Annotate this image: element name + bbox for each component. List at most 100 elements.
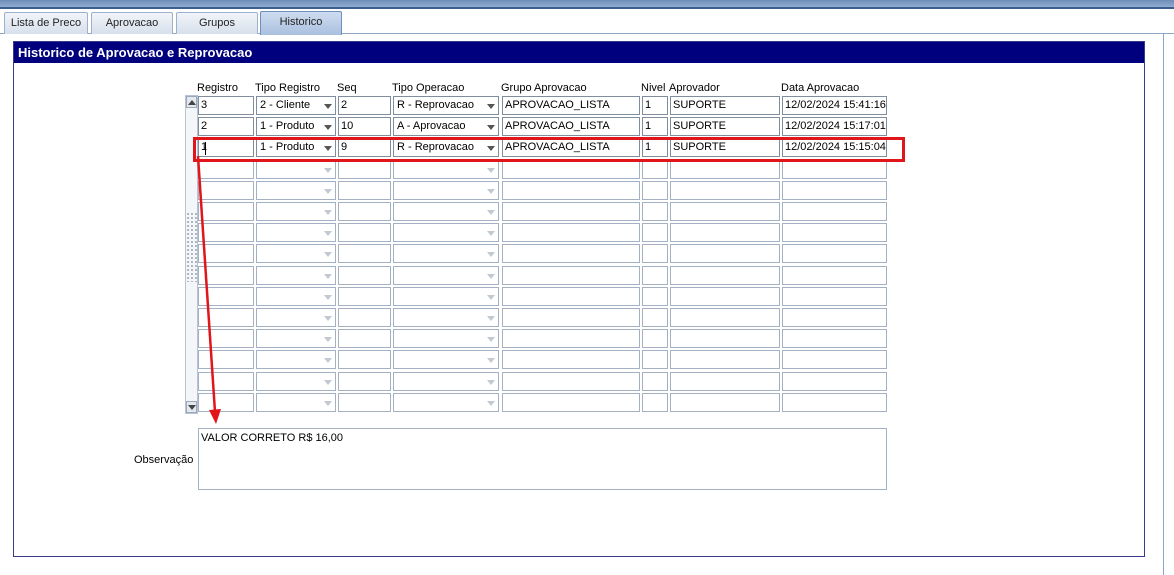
chevron-down-icon[interactable] bbox=[324, 146, 332, 151]
tipo-registro-select[interactable] bbox=[256, 244, 336, 263]
tipo-registro-select[interactable] bbox=[256, 329, 336, 348]
nivel-field[interactable]: 1 bbox=[642, 138, 668, 157]
tipo-operacao-select[interactable] bbox=[393, 244, 499, 263]
tipo-operacao-select[interactable] bbox=[393, 181, 499, 200]
tipo-operacao-select[interactable] bbox=[393, 266, 499, 285]
seq-field[interactable]: 10 bbox=[338, 117, 391, 136]
data-aprovacao-field[interactable] bbox=[782, 223, 887, 242]
seq-field[interactable] bbox=[338, 329, 391, 348]
nivel-field[interactable] bbox=[642, 329, 668, 348]
nivel-field[interactable] bbox=[642, 223, 668, 242]
scroll-down-button[interactable] bbox=[186, 401, 197, 413]
data-aprovacao-field[interactable] bbox=[782, 181, 887, 200]
tipo-registro-select[interactable] bbox=[256, 308, 336, 327]
seq-field[interactable] bbox=[338, 244, 391, 263]
chevron-down-icon[interactable] bbox=[324, 295, 332, 300]
chevron-down-icon[interactable] bbox=[324, 231, 332, 236]
nivel-field[interactable] bbox=[642, 160, 668, 179]
chevron-down-icon[interactable] bbox=[487, 189, 495, 194]
data-aprovacao-field[interactable] bbox=[782, 202, 887, 221]
registro-field[interactable] bbox=[198, 350, 254, 369]
chevron-down-icon[interactable] bbox=[487, 380, 495, 385]
registro-field[interactable] bbox=[198, 202, 254, 221]
registro-field[interactable] bbox=[198, 393, 254, 412]
registro-field[interactable] bbox=[198, 308, 254, 327]
grupo-aprovacao-field[interactable]: APROVACAO_LISTA bbox=[502, 117, 640, 136]
seq-field[interactable] bbox=[338, 372, 391, 391]
nivel-field[interactable] bbox=[642, 181, 668, 200]
seq-field[interactable] bbox=[338, 160, 391, 179]
aprovador-field[interactable] bbox=[670, 244, 780, 263]
seq-field[interactable] bbox=[338, 287, 391, 306]
tipo-registro-select[interactable] bbox=[256, 393, 336, 412]
grupo-aprovacao-field[interactable]: APROVACAO_LISTA bbox=[502, 96, 640, 115]
tipo-registro-select[interactable]: 1 - Produto bbox=[256, 117, 336, 136]
registro-field[interactable] bbox=[198, 244, 254, 263]
data-aprovacao-field[interactable]: 12/02/2024 15:15:04 bbox=[782, 138, 887, 157]
chevron-down-icon[interactable] bbox=[324, 380, 332, 385]
tipo-registro-select[interactable] bbox=[256, 350, 336, 369]
data-aprovacao-field[interactable] bbox=[782, 244, 887, 263]
seq-field[interactable] bbox=[338, 223, 391, 242]
chevron-down-icon[interactable] bbox=[487, 295, 495, 300]
tipo-registro-select[interactable]: 2 - Cliente bbox=[256, 96, 336, 115]
nivel-field[interactable]: 1 bbox=[642, 96, 668, 115]
data-aprovacao-field[interactable]: 12/02/2024 15:17:01 bbox=[782, 117, 887, 136]
grupo-aprovacao-field[interactable] bbox=[502, 393, 640, 412]
tipo-registro-select[interactable]: 1 - Produto bbox=[256, 138, 336, 157]
grupo-aprovacao-field[interactable] bbox=[502, 308, 640, 327]
chevron-down-icon[interactable] bbox=[324, 274, 332, 279]
chevron-down-icon[interactable] bbox=[324, 210, 332, 215]
chevron-down-icon[interactable] bbox=[487, 146, 495, 151]
chevron-down-icon[interactable] bbox=[487, 252, 495, 257]
grupo-aprovacao-field[interactable]: APROVACAO_LISTA bbox=[502, 138, 640, 157]
seq-field[interactable] bbox=[338, 308, 391, 327]
data-aprovacao-field[interactable]: 12/02/2024 15:41:16 bbox=[782, 96, 887, 115]
observacao-field[interactable]: VALOR CORRETO R$ 16,00 bbox=[198, 428, 887, 490]
tipo-registro-select[interactable] bbox=[256, 372, 336, 391]
registro-field[interactable]: 1 bbox=[198, 138, 254, 157]
tipo-operacao-select[interactable]: A - Aprovacao bbox=[393, 117, 499, 136]
chevron-down-icon[interactable] bbox=[487, 274, 495, 279]
chevron-down-icon[interactable] bbox=[487, 231, 495, 236]
data-aprovacao-field[interactable] bbox=[782, 160, 887, 179]
tab-lista-de-preco[interactable]: Lista de Preco bbox=[4, 12, 88, 34]
data-aprovacao-field[interactable] bbox=[782, 287, 887, 306]
grupo-aprovacao-field[interactable] bbox=[502, 244, 640, 263]
chevron-down-icon[interactable] bbox=[487, 337, 495, 342]
tipo-operacao-select[interactable] bbox=[393, 393, 499, 412]
nivel-field[interactable] bbox=[642, 202, 668, 221]
nivel-field[interactable] bbox=[642, 266, 668, 285]
tipo-operacao-select[interactable] bbox=[393, 308, 499, 327]
grupo-aprovacao-field[interactable] bbox=[502, 329, 640, 348]
chevron-down-icon[interactable] bbox=[487, 401, 495, 406]
nivel-field[interactable] bbox=[642, 372, 668, 391]
aprovador-field[interactable] bbox=[670, 181, 780, 200]
tab-grupos[interactable]: Grupos bbox=[176, 12, 258, 34]
aprovador-field[interactable]: SUPORTE bbox=[670, 117, 780, 136]
aprovador-field[interactable]: SUPORTE bbox=[670, 138, 780, 157]
data-aprovacao-field[interactable] bbox=[782, 393, 887, 412]
tipo-registro-select[interactable] bbox=[256, 202, 336, 221]
aprovador-field[interactable] bbox=[670, 393, 780, 412]
chevron-down-icon[interactable] bbox=[324, 252, 332, 257]
chevron-down-icon[interactable] bbox=[487, 125, 495, 130]
tipo-operacao-select[interactable]: R - Reprovacao bbox=[393, 96, 499, 115]
grupo-aprovacao-field[interactable] bbox=[502, 266, 640, 285]
chevron-down-icon[interactable] bbox=[487, 104, 495, 109]
tipo-registro-select[interactable] bbox=[256, 181, 336, 200]
aprovador-field[interactable] bbox=[670, 329, 780, 348]
tipo-operacao-select[interactable] bbox=[393, 372, 499, 391]
nivel-field[interactable] bbox=[642, 287, 668, 306]
nivel-field[interactable] bbox=[642, 350, 668, 369]
tipo-registro-select[interactable] bbox=[256, 287, 336, 306]
registro-field[interactable] bbox=[198, 287, 254, 306]
data-aprovacao-field[interactable] bbox=[782, 372, 887, 391]
aprovador-field[interactable] bbox=[670, 350, 780, 369]
nivel-field[interactable] bbox=[642, 244, 668, 263]
aprovador-field[interactable] bbox=[670, 372, 780, 391]
tab-historico[interactable]: Historico bbox=[260, 11, 342, 35]
aprovador-field[interactable] bbox=[670, 308, 780, 327]
grupo-aprovacao-field[interactable] bbox=[502, 202, 640, 221]
chevron-down-icon[interactable] bbox=[324, 189, 332, 194]
